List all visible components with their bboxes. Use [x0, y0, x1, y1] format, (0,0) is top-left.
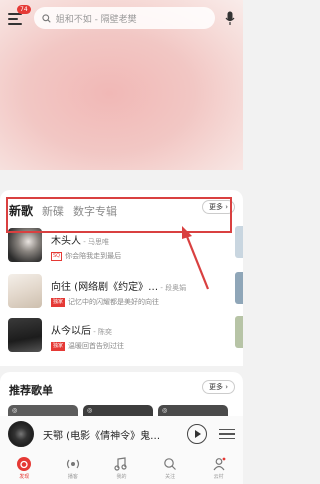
nav-mine[interactable]: 我的 [101, 456, 141, 480]
song-subtitle: 温暖回首告别过往 [68, 342, 125, 350]
menu-button[interactable]: 74 [6, 5, 31, 28]
song-title: 木头人 [51, 236, 81, 247]
nav-follow[interactable]: 关注 [150, 456, 190, 480]
playlist-queue-button[interactable] [219, 426, 235, 443]
nav-label: 发现 [19, 474, 30, 480]
play-button[interactable] [187, 424, 207, 444]
radio-icon [65, 456, 81, 472]
queue-icon [219, 428, 235, 431]
exclusive-badge: 独家 [51, 297, 66, 307]
menu-icon-bar [8, 23, 22, 25]
next-page-thumb [235, 272, 243, 304]
mini-player[interactable]: 天鄂 (电影《倩神令》鬼… [0, 416, 243, 452]
search-icon [42, 13, 51, 23]
bottom-navigation: 发现 播客 我的 关注 云村 [0, 452, 243, 484]
next-page-thumb [235, 226, 243, 258]
song-title: 从今以后 [51, 326, 91, 337]
nav-podcast[interactable]: 播客 [53, 456, 93, 480]
netease-logo-icon [16, 456, 32, 472]
nav-label: 云村 [213, 474, 224, 480]
search-bar[interactable]: 姐和不如 - 隔壁老樊 [33, 7, 216, 29]
song-subtitle: 你会陪我走到最后 [65, 252, 122, 260]
song-artist: - 陈奕 [91, 328, 112, 336]
sq-badge: SQ [51, 251, 63, 261]
section-title: 推荐歌单 [9, 384, 53, 397]
song-title: 向往 (网络剧《约定》… [51, 282, 159, 293]
playlists-more-button[interactable]: 更多 › [201, 380, 235, 394]
player-album-art [8, 421, 34, 447]
music-note-icon [113, 456, 129, 472]
queue-icon-bar [219, 433, 235, 435]
nav-label: 播客 [67, 474, 78, 480]
playlist-play-count: ◎ [12, 407, 18, 414]
microphone-icon [225, 11, 235, 25]
play-icon [194, 430, 201, 438]
notification-badge: 74 [17, 5, 31, 14]
follow-icon [162, 456, 178, 472]
nav-discover[interactable]: 发现 [4, 456, 44, 480]
nav-label: 关注 [165, 474, 176, 480]
playlist-play-count: ◎ [162, 407, 168, 414]
nav-label: 我的 [116, 474, 127, 480]
voice-search-button[interactable] [223, 9, 237, 27]
song-cover [8, 318, 42, 352]
song-cover [8, 228, 42, 262]
song-artist: - 马思唯 [81, 238, 109, 246]
next-page-thumb [235, 316, 243, 348]
top-bar: 74 姐和不如 - 隔壁老樊 [0, 0, 243, 36]
pointer-arrow-icon [182, 226, 210, 290]
more-label: 更多 [208, 383, 223, 391]
exclusive-badge: 独家 [51, 341, 66, 351]
menu-icon-bar [8, 18, 18, 20]
song-row[interactable]: 从今以后 - 陈奕 独家 温暖回首告别过往 [8, 316, 233, 354]
nav-community[interactable]: 云村 [199, 456, 239, 480]
song-cover [8, 274, 42, 308]
playlist-play-count: ◎ [87, 407, 93, 414]
now-playing-title: 天鄂 (电影《倩神令》鬼… [43, 430, 161, 442]
community-icon [211, 456, 227, 472]
search-placeholder: 姐和不如 - 隔壁老樊 [55, 14, 137, 25]
song-subtitle: 记忆中的闪耀都是美好的向往 [68, 298, 160, 306]
queue-icon-bar [219, 437, 235, 440]
